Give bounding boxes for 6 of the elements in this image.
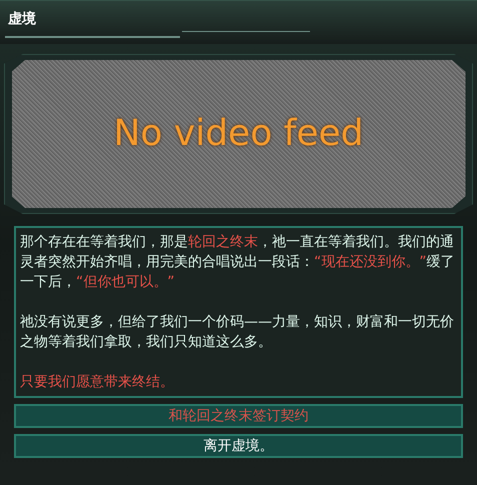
story-paragraph: 只要我们愿意带来终结。: [20, 373, 175, 392]
window-title: 虚境: [8, 10, 36, 29]
story-paragraph: 祂没有说更多，但给了我们一个价码——力量，知识，财富和一切无价之物等着我们拿取，我们只知道这么多。: [20, 313, 455, 352]
story-paragraph: 那个存在在等着我们，那是轮回之终末，祂一直在等着我们。我们的通灵者突然开始齐唱，用完美的合唱说出一段话：“现在还没到你。”缓了一下后，“但你也可以。”: [20, 233, 456, 292]
no-video-message: No video feed: [114, 112, 364, 156]
dialogue-option-button[interactable]: 离开虚境。: [14, 434, 463, 458]
